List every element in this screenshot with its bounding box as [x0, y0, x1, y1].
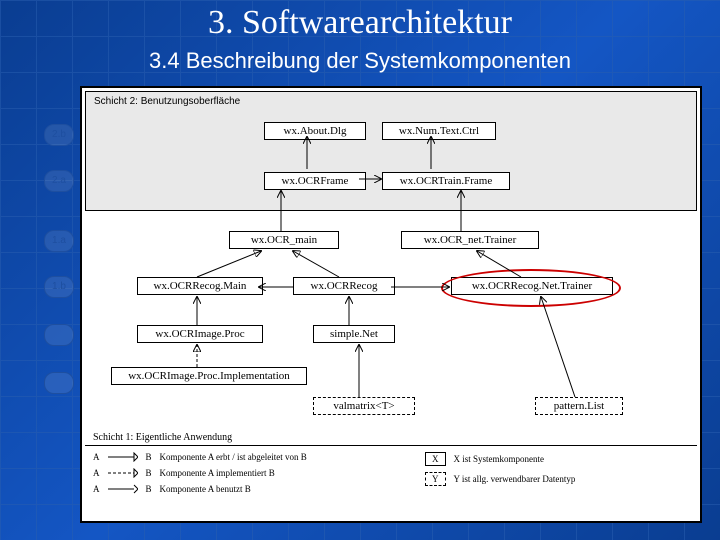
- legend-use: A B Komponente A benutzt B: [93, 484, 393, 494]
- badge-2a: 2.a: [44, 170, 74, 192]
- box-image-proc-impl: wx.OCRImage.Proc.Implementation: [111, 367, 307, 385]
- layer-app-label: Schicht 1: Eigentliche Anwendung: [93, 432, 232, 443]
- box-recog: wx.OCRRecog: [293, 277, 395, 295]
- badge-empty1: [44, 324, 74, 346]
- box-image-proc: wx.OCRImage.Proc: [137, 325, 263, 343]
- layer-ui-label: Schicht 2: Benutzungsoberfläche: [94, 96, 240, 107]
- box-ocr-main: wx.OCR_main: [229, 231, 339, 249]
- legend-system-component: X X ist Systemkomponente: [425, 452, 685, 466]
- badge-empty2: [44, 372, 74, 394]
- box-recog-net-trainer: wx.OCRRecog.Net.Trainer: [451, 277, 613, 295]
- legend-inherit: A B Komponente A erbt / ist abgeleitet v…: [93, 452, 393, 462]
- box-simple-net: simple.Net: [313, 325, 395, 343]
- box-about-dlg: wx.About.Dlg: [264, 122, 366, 140]
- box-num-text-ctrl: wx.Num.Text.Ctrl: [382, 122, 496, 140]
- slide-subtitle: 3.4 Beschreibung der Systemkomponenten: [0, 48, 720, 74]
- box-ocr-frame: wx.OCRFrame: [264, 172, 366, 190]
- legend-generic-datatype: Y Y ist allg. verwendbarer Datentyp: [425, 472, 685, 486]
- legend-implement: A B Komponente A implementiert B: [93, 468, 393, 478]
- architecture-diagram: Schicht 2: Benutzungsoberfläche wx.About…: [80, 86, 702, 523]
- slide-title: 3. Softwarearchitektur: [0, 4, 720, 42]
- box-ocr-train-frame: wx.OCRTrain.Frame: [382, 172, 510, 190]
- legend: Schicht 1: Eigentliche Anwendung A B Kom…: [85, 445, 697, 518]
- badge-2b: 2.b: [44, 124, 74, 146]
- box-recog-main: wx.OCRRecog.Main: [137, 277, 263, 295]
- layer-ui: Schicht 2: Benutzungsoberfläche wx.About…: [85, 91, 697, 211]
- box-valmatrix: valmatrix<T>: [313, 397, 415, 415]
- badge-1b: 1.b: [44, 276, 74, 298]
- badge-1a: 1.a: [44, 230, 74, 252]
- box-ocr-net-trainer: wx.OCR_net.Trainer: [401, 231, 539, 249]
- box-pattern-list: pattern.List: [535, 397, 623, 415]
